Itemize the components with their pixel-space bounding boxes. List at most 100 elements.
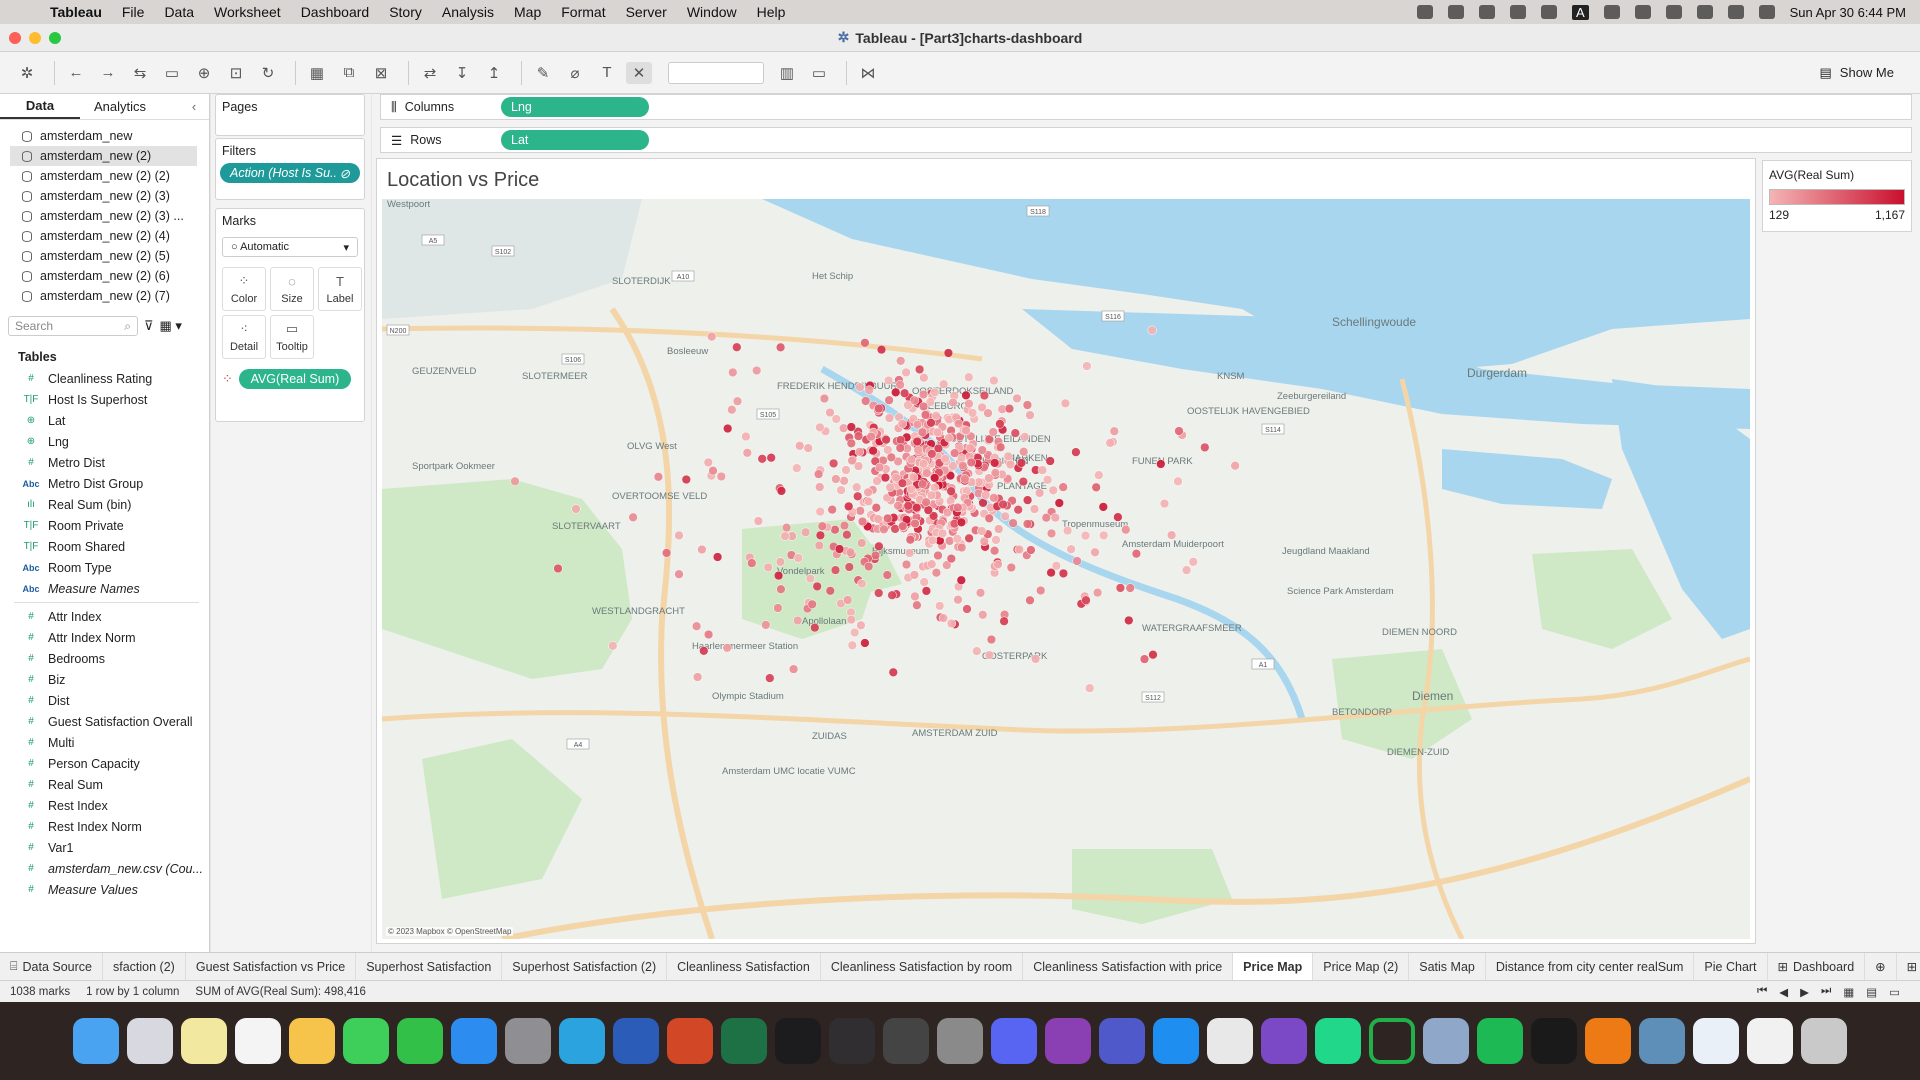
filters-card[interactable]: Filters Action (Host Is Su.. ⊘ [215,138,365,200]
price-mark[interactable] [1072,556,1082,566]
telegram-icon[interactable] [559,1018,605,1064]
price-mark[interactable] [1050,512,1060,523]
volume-icon[interactable] [1540,5,1557,19]
price-mark[interactable] [692,672,703,682]
price-mark[interactable] [776,584,786,594]
price-mark[interactable] [940,454,950,464]
price-mark[interactable] [912,436,922,447]
price-mark[interactable] [1173,476,1183,486]
price-mark[interactable] [873,514,883,524]
color-legend[interactable]: AVG(Real Sum) 129 1,167 [1762,160,1912,232]
price-mark[interactable] [879,524,889,534]
price-mark[interactable] [1048,485,1058,495]
price-mark[interactable] [966,457,976,468]
price-mark[interactable] [1148,650,1158,660]
sheet-tab[interactable]: Superhost Satisfaction [356,952,503,981]
price-mark[interactable] [1037,465,1048,475]
menu-map[interactable]: Map [504,4,551,20]
price-mark[interactable] [931,568,942,578]
price-mark[interactable] [775,342,786,352]
price-mark[interactable] [984,473,994,483]
price-mark[interactable] [1147,325,1157,335]
system-settings-icon[interactable] [505,1018,551,1064]
price-mark[interactable] [866,431,876,442]
price-mark[interactable] [844,562,854,572]
price-mark[interactable] [1174,426,1184,436]
price-mark[interactable] [978,498,988,508]
price-mark[interactable] [1159,498,1170,509]
price-mark[interactable] [953,418,964,429]
price-mark[interactable] [819,393,830,404]
price-mark[interactable] [1022,400,1033,410]
price-mark[interactable] [757,454,767,464]
price-mark[interactable] [904,548,915,558]
field-item[interactable]: # Person Capacity [0,753,209,774]
field-item[interactable]: # Var1 [0,837,209,858]
view-options-icon[interactable]: ▦ ▾ [160,318,182,334]
price-mark[interactable] [1139,654,1150,664]
field-item[interactable]: T|F Room Private [0,515,209,536]
price-mark[interactable] [1121,525,1131,535]
finder-icon[interactable] [73,1018,119,1064]
price-mark[interactable] [909,570,920,580]
vlc-icon[interactable] [1585,1018,1631,1064]
data-source-item[interactable]: amsterdam_new (2) (2) [0,166,209,186]
price-mark[interactable] [853,491,863,501]
price-mark[interactable] [868,446,878,456]
menu-file[interactable]: File [112,4,155,20]
price-mark[interactable] [948,461,958,471]
price-mark[interactable] [920,410,931,420]
price-mark[interactable] [1230,461,1240,471]
price-mark[interactable] [893,501,903,511]
input-source-indicator[interactable]: A [1571,4,1589,20]
price-mark[interactable] [946,553,956,564]
price-mark[interactable] [793,615,803,626]
price-mark[interactable] [1181,565,1192,575]
price-mark[interactable] [864,385,874,395]
price-mark[interactable] [863,487,873,497]
price-mark[interactable] [953,502,963,513]
price-mark[interactable] [850,627,860,638]
price-mark[interactable] [681,474,691,485]
price-mark[interactable] [761,620,771,630]
pycharm-icon[interactable] [1315,1018,1361,1064]
sheet-tab-active[interactable]: Price Map [1233,952,1314,981]
price-mark[interactable] [815,482,825,492]
price-mark[interactable] [753,516,764,526]
price-mark[interactable] [800,527,811,537]
data-source-item[interactable]: amsterdam_new (2) (3) [0,186,209,206]
price-mark[interactable] [831,474,841,484]
price-mark[interactable] [838,423,849,433]
sheet-tab[interactable]: Distance from city center realSum [1486,952,1695,981]
price-mark[interactable] [989,493,999,503]
price-mark[interactable] [908,472,919,482]
price-mark[interactable] [722,643,732,653]
price-mark[interactable] [1098,502,1108,512]
price-mark[interactable] [661,548,672,558]
price-mark[interactable] [885,482,895,492]
price-mark[interactable] [1029,504,1040,514]
price-mark[interactable] [917,427,928,437]
chrome-icon[interactable] [1207,1018,1253,1064]
app-store-icon[interactable] [451,1018,497,1064]
price-mark[interactable] [984,513,994,523]
price-mark[interactable] [1020,432,1030,442]
menu-window[interactable]: Window [677,4,747,20]
last-sheet-icon[interactable]: ⏭ [1821,985,1831,999]
new-worksheet-icon[interactable]: ▦ [304,62,330,84]
price-mark[interactable] [674,569,684,579]
price-mark[interactable] [939,379,949,389]
price-mark[interactable] [906,455,917,465]
price-mark[interactable] [972,646,982,656]
price-mark[interactable] [1051,561,1061,571]
price-mark[interactable] [795,441,805,451]
battery-icon[interactable] [1634,5,1651,19]
price-mark[interactable] [1042,475,1053,485]
price-mark[interactable] [857,516,868,527]
price-mark[interactable] [855,506,865,516]
price-mark[interactable] [839,520,850,531]
powerpoint-icon[interactable] [667,1018,713,1064]
price-mark[interactable] [874,588,884,598]
tabs-view-icon[interactable]: ▭ [1889,985,1900,999]
zoom-window-button[interactable] [49,32,61,44]
